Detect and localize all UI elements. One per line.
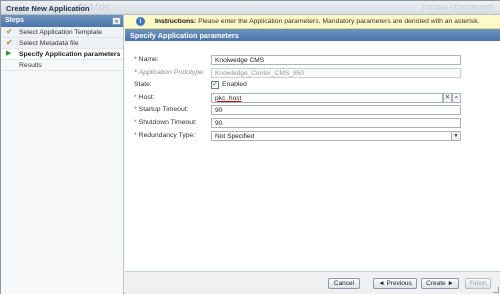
required-marker: * bbox=[134, 56, 137, 63]
step-label: Specify Application parameters bbox=[19, 51, 121, 58]
enabled-checkbox-label[interactable]: Enabled bbox=[222, 81, 247, 88]
search-host-button[interactable]: ⌕ bbox=[452, 92, 461, 103]
resize-grip-icon[interactable] bbox=[493, 287, 499, 293]
prototype-row: * Application Prototype: Knowledge_Center… bbox=[125, 67, 500, 79]
name-label: * Name: bbox=[134, 56, 159, 63]
required-marker: * bbox=[134, 106, 137, 114]
step-label: Select Application Template bbox=[19, 29, 102, 36]
steps-header-label: Steps bbox=[5, 17, 25, 24]
step-label: Select Metadata file bbox=[19, 40, 79, 47]
check-icon: ✔ bbox=[6, 38, 13, 47]
host-label: * Host: bbox=[134, 93, 155, 101]
instructions-bar: i Instructions: Please enter the Applica… bbox=[125, 15, 500, 29]
startup-timeout-row: * Startup Timeout: 90 bbox=[125, 105, 500, 116]
startup-timeout-label: * Startup Timeout: bbox=[134, 106, 189, 114]
state-row: State: ✓ Enabled bbox=[125, 80, 500, 91]
collapse-panel-button[interactable]: « bbox=[112, 17, 121, 25]
check-icon: ✔ bbox=[6, 27, 13, 36]
redundancy-type-row: * Redundancy Type: Not Specified ▼ bbox=[125, 130, 500, 142]
parameters-form: * Name: Knolwedge CMS * Application Protot… bbox=[125, 55, 500, 143]
step-results[interactable]: Results bbox=[1, 60, 123, 71]
step-select-metadata-file[interactable]: ✔ Select Metadata file bbox=[1, 38, 123, 49]
steps-panel: Steps « ✔ Select Application Template ✔ … bbox=[1, 15, 124, 294]
host-input[interactable]: pkc_host bbox=[211, 92, 443, 103]
prototype-field: Knowledge_Center_CMS_850 bbox=[211, 67, 461, 78]
instructions-title: Instructions: bbox=[155, 18, 197, 25]
parameters-panel: Specify Application parameters * Name: Kn… bbox=[125, 29, 500, 271]
section-title: Specify Application parameters bbox=[125, 29, 500, 41]
enabled-checkbox[interactable]: ✓ bbox=[211, 81, 219, 90]
required-marker: * bbox=[134, 93, 137, 101]
previous-button[interactable]: ◄ Previous bbox=[373, 278, 417, 289]
cancel-button[interactable]: Cancel bbox=[328, 278, 360, 289]
step-select-application-template[interactable]: ✔ Select Application Template bbox=[1, 27, 123, 38]
create-button[interactable]: Create ► bbox=[421, 278, 459, 289]
state-label: State: bbox=[134, 81, 152, 89]
finish-button: Finish bbox=[465, 278, 491, 289]
instructions-text: Please enter the Application parameters.… bbox=[198, 18, 480, 25]
info-icon: i bbox=[136, 17, 145, 26]
name-row: * Name: Knolwedge CMS bbox=[125, 55, 500, 66]
create-application-dialog: trator Create New Application Tuesday | … bbox=[0, 0, 500, 294]
shutdown-timeout-label: * Shutdown Timeout: bbox=[134, 118, 197, 126]
redundancy-type-select[interactable]: Not Specified ▼ bbox=[211, 130, 461, 141]
host-row: * Host: pkc_host ✕ ⌕ bbox=[125, 92, 500, 104]
clear-host-button[interactable]: ✕ bbox=[443, 92, 452, 103]
dialog-footer: Cancel ◄ Previous Create ► Finish bbox=[125, 271, 500, 294]
name-input[interactable]: Knolwedge CMS bbox=[211, 55, 461, 65]
step-label: Results bbox=[19, 62, 42, 69]
title-bar: trator Create New Application Tuesday | … bbox=[1, 1, 500, 15]
dialog-title: Create New Application bbox=[6, 4, 90, 13]
startup-timeout-input[interactable]: 90 bbox=[211, 105, 461, 116]
required-marker: * bbox=[134, 131, 137, 139]
arrow-right-icon: ▶ bbox=[6, 50, 12, 57]
step-specify-application-parameters[interactable]: ▶ Specify Application parameters bbox=[1, 49, 123, 60]
shutdown-timeout-input[interactable]: 90 bbox=[211, 117, 461, 128]
required-marker: * bbox=[134, 68, 137, 76]
prototype-label: * Application Prototype: bbox=[134, 68, 205, 76]
steps-header: Steps « bbox=[1, 15, 123, 27]
chevron-down-icon[interactable]: ▼ bbox=[451, 131, 460, 140]
redundancy-type-label: * Redundancy Type: bbox=[134, 131, 196, 139]
required-marker: * bbox=[134, 118, 137, 126]
shutdown-timeout-row: * Shutdown Timeout: 90 bbox=[125, 117, 500, 129]
background-header-text: Tuesday | Environment bbox=[421, 4, 493, 11]
